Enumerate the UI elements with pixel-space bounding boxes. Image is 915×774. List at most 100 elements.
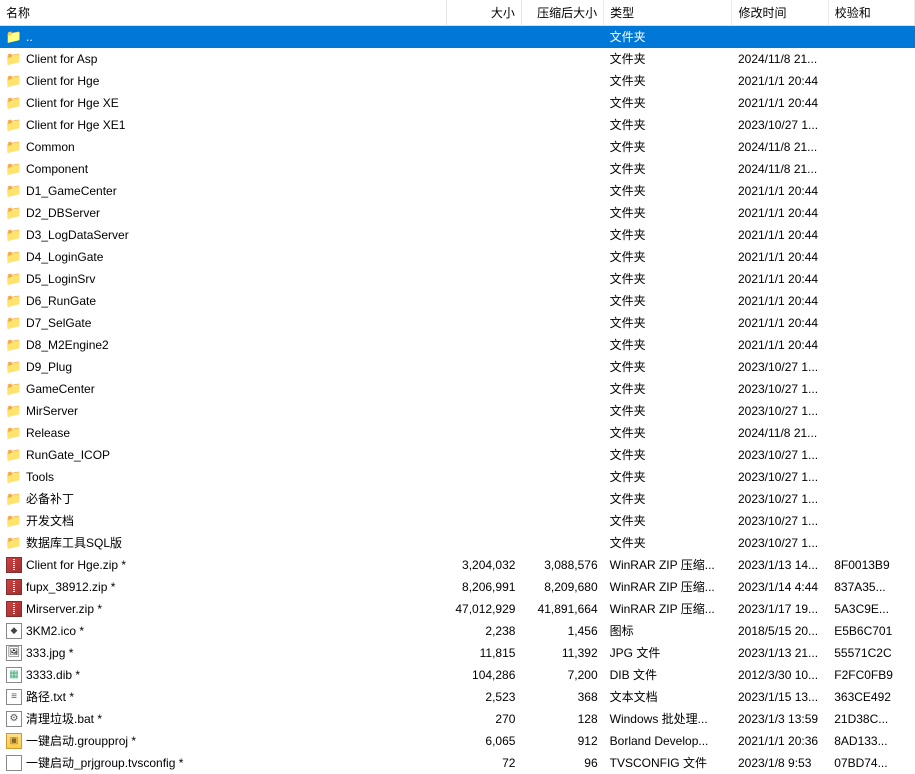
file-row[interactable]: ..文件夹 — [0, 26, 915, 48]
file-row[interactable]: 一键启动_prjgroup.tvsconfig *7296TVSCONFIG 文… — [0, 752, 915, 774]
file-name: D2_DBServer — [26, 206, 100, 220]
file-type: 文件夹 — [604, 158, 732, 180]
file-row[interactable]: Client for Hge.zip *3,204,0323,088,576Wi… — [0, 554, 915, 576]
file-size — [446, 180, 521, 202]
file-row[interactable]: Client for Hge文件夹2021/1/1 20:44 — [0, 70, 915, 92]
file-crc — [828, 532, 914, 554]
file-size — [446, 400, 521, 422]
column-header-packed[interactable]: 压缩后大小 — [521, 0, 603, 26]
file-size: 270 — [446, 708, 521, 730]
file-name: D4_LoginGate — [26, 250, 103, 264]
file-modified: 2021/1/1 20:44 — [732, 290, 828, 312]
file-row[interactable]: Mirserver.zip *47,012,92941,891,664WinRA… — [0, 598, 915, 620]
file-row[interactable]: Client for Asp文件夹2024/11/8 21... — [0, 48, 915, 70]
file-name: 一键启动.groupproj * — [26, 732, 136, 749]
file-row[interactable]: D4_LoginGate文件夹2021/1/1 20:44 — [0, 246, 915, 268]
folder-icon — [6, 359, 22, 375]
file-type: 文本文档 — [604, 686, 732, 708]
column-header-type[interactable]: 类型 — [604, 0, 732, 26]
folder-icon — [6, 293, 22, 309]
file-type: 图标 — [604, 620, 732, 642]
file-modified: 2023/10/27 1... — [732, 532, 828, 554]
file-row[interactable]: Client for Hge XE文件夹2021/1/1 20:44 — [0, 92, 915, 114]
file-type: 文件夹 — [604, 48, 732, 70]
file-size: 8,206,991 — [446, 576, 521, 598]
file-size — [446, 510, 521, 532]
file-row[interactable]: D6_RunGate文件夹2021/1/1 20:44 — [0, 290, 915, 312]
file-crc — [828, 444, 914, 466]
column-header-modified[interactable]: 修改时间 — [732, 0, 828, 26]
file-row[interactable]: 一键启动.groupproj *6,065912Borland Develop.… — [0, 730, 915, 752]
file-packed-size: 41,891,664 — [521, 598, 603, 620]
file-row[interactable]: 3333.dib *104,2867,200DIB 文件2012/3/30 10… — [0, 664, 915, 686]
file-row[interactable]: D1_GameCenter文件夹2021/1/1 20:44 — [0, 180, 915, 202]
file-crc — [828, 290, 914, 312]
file-modified: 2018/5/15 20... — [732, 620, 828, 642]
file-row[interactable]: fupx_38912.zip *8,206,9918,209,680WinRAR… — [0, 576, 915, 598]
file-size — [446, 378, 521, 400]
column-header-size[interactable]: 大小 — [446, 0, 521, 26]
file-type: 文件夹 — [604, 466, 732, 488]
file-packed-size — [521, 356, 603, 378]
file-row[interactable]: 数据库工具SQL版文件夹2023/10/27 1... — [0, 532, 915, 554]
file-type: 文件夹 — [604, 378, 732, 400]
file-row[interactable]: D8_M2Engine2文件夹2021/1/1 20:44 — [0, 334, 915, 356]
column-header-name[interactable]: 名称 — [0, 0, 446, 26]
folder-icon — [6, 161, 22, 177]
file-crc — [828, 334, 914, 356]
file-row[interactable]: 3KM2.ico *2,2381,456图标2018/5/15 20...E5B… — [0, 620, 915, 642]
file-row[interactable]: MirServer文件夹2023/10/27 1... — [0, 400, 915, 422]
file-row[interactable]: 333.jpg *11,81511,392JPG 文件2023/1/13 21.… — [0, 642, 915, 664]
file-packed-size: 368 — [521, 686, 603, 708]
file-modified: 2023/10/27 1... — [732, 444, 828, 466]
file-row[interactable]: D3_LogDataServer文件夹2021/1/1 20:44 — [0, 224, 915, 246]
file-modified: 2023/1/17 19... — [732, 598, 828, 620]
file-name: Client for Hge XE — [26, 96, 119, 110]
file-size: 2,523 — [446, 686, 521, 708]
file-crc — [828, 422, 914, 444]
file-packed-size — [521, 224, 603, 246]
file-row[interactable]: RunGate_ICOP文件夹2023/10/27 1... — [0, 444, 915, 466]
file-row[interactable]: 必备补丁文件夹2023/10/27 1... — [0, 488, 915, 510]
file-row[interactable]: Release文件夹2024/11/8 21... — [0, 422, 915, 444]
file-row[interactable]: Component文件夹2024/11/8 21... — [0, 158, 915, 180]
file-row[interactable]: Client for Hge XE1文件夹2023/10/27 1... — [0, 114, 915, 136]
file-row[interactable]: D2_DBServer文件夹2021/1/1 20:44 — [0, 202, 915, 224]
folder-icon — [6, 381, 22, 397]
file-modified: 2023/1/15 13... — [732, 686, 828, 708]
file-name: MirServer — [26, 404, 78, 418]
file-packed-size: 7,200 — [521, 664, 603, 686]
file-crc — [828, 312, 914, 334]
file-modified: 2024/11/8 21... — [732, 158, 828, 180]
file-type: TVSCONFIG 文件 — [604, 752, 732, 774]
file-size — [446, 488, 521, 510]
file-size: 72 — [446, 752, 521, 774]
file-row[interactable]: Common文件夹2024/11/8 21... — [0, 136, 915, 158]
column-header-row: 名称 大小 压缩后大小 类型 修改时间 校验和 — [0, 0, 915, 26]
file-size — [446, 114, 521, 136]
file-row[interactable]: GameCenter文件夹2023/10/27 1... — [0, 378, 915, 400]
file-size — [446, 202, 521, 224]
file-row[interactable]: 路径.txt *2,523368文本文档2023/1/15 13...363CE… — [0, 686, 915, 708]
file-row[interactable]: D5_LoginSrv文件夹2021/1/1 20:44 — [0, 268, 915, 290]
file-name: 一键启动_prjgroup.tvsconfig * — [26, 754, 183, 771]
file-crc: 837A35... — [828, 576, 914, 598]
file-packed-size — [521, 422, 603, 444]
file-type: 文件夹 — [604, 444, 732, 466]
column-header-crc[interactable]: 校验和 — [828, 0, 914, 26]
folder-icon — [6, 205, 22, 221]
file-row[interactable]: 开发文档文件夹2023/10/27 1... — [0, 510, 915, 532]
file-packed-size — [521, 48, 603, 70]
file-packed-size — [521, 378, 603, 400]
file-row[interactable]: 清理垃圾.bat *270128Windows 批处理...2023/1/3 1… — [0, 708, 915, 730]
file-crc: 8AD133... — [828, 730, 914, 752]
file-type: 文件夹 — [604, 26, 732, 48]
file-row[interactable]: D9_Plug文件夹2023/10/27 1... — [0, 356, 915, 378]
file-row[interactable]: D7_SelGate文件夹2021/1/1 20:44 — [0, 312, 915, 334]
file-crc — [828, 488, 914, 510]
file-row[interactable]: Tools文件夹2023/10/27 1... — [0, 466, 915, 488]
file-size: 3,204,032 — [446, 554, 521, 576]
file-packed-size — [521, 488, 603, 510]
file-name: 数据库工具SQL版 — [26, 534, 122, 551]
folder-icon — [6, 447, 22, 463]
